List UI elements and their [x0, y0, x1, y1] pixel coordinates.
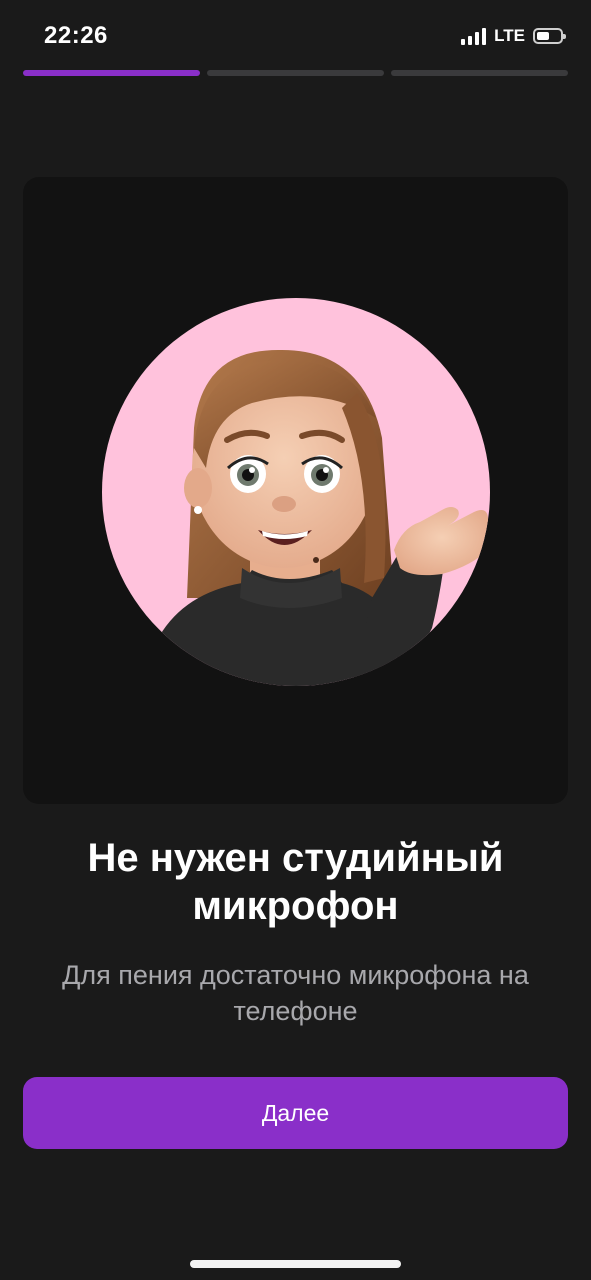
signal-icon	[461, 27, 487, 45]
next-button[interactable]: Далее	[23, 1077, 568, 1149]
memoji-avatar-icon	[102, 298, 490, 686]
page-subtitle: Для пения достаточно микрофона на телефо…	[62, 960, 529, 1026]
progress-segment	[207, 70, 384, 76]
onboarding-progress	[23, 70, 568, 76]
battery-icon	[533, 28, 566, 44]
page-title: Не нужен студийный микрофон	[87, 836, 504, 928]
status-icons: LTE	[461, 26, 566, 46]
home-indicator[interactable]	[190, 1260, 401, 1268]
network-type: LTE	[494, 26, 525, 45]
progress-segment	[391, 70, 568, 76]
progress-segment	[23, 70, 200, 76]
status-time: 22:26	[44, 22, 108, 49]
illustration-card	[23, 177, 568, 804]
status-bar: 22:26 LTE	[0, 0, 591, 70]
